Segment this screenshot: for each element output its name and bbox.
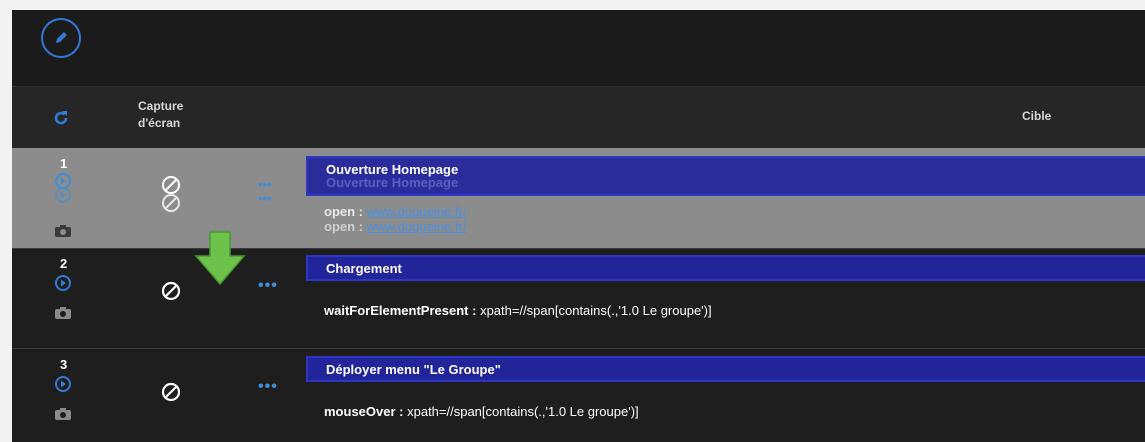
column-header-cible: Cible xyxy=(1022,109,1052,123)
command-target: xpath=//span[contains(.,'1.0 Le groupe')… xyxy=(407,404,639,419)
test-editor-panel: Capture d'écran Cible 2 ••• Chargement w… xyxy=(12,10,1145,442)
step-command[interactable]: mouseOver : xpath=//span[contains(.,'1.0… xyxy=(324,404,639,419)
no-capture-icon xyxy=(162,194,180,212)
table-header: Capture d'écran Cible xyxy=(12,86,1145,149)
no-capture-icon[interactable] xyxy=(160,381,182,403)
command-target: xpath=//span[contains(.,'1.0 Le groupe')… xyxy=(480,303,712,318)
camera-icon[interactable] xyxy=(54,306,72,320)
pencil-icon xyxy=(56,32,67,43)
refresh-icon xyxy=(54,111,68,125)
more-dots-icon[interactable]: ••• ••• xyxy=(258,178,272,206)
table-row[interactable]: 2 ••• Chargement waitForElementPresent :… xyxy=(12,248,1145,349)
command-name: waitForElementPresent : xyxy=(324,303,477,318)
edit-button[interactable] xyxy=(41,18,81,58)
camera-icon[interactable] xyxy=(54,407,72,421)
drop-arrow-icon xyxy=(194,231,246,286)
command-line-ghost: open : www.duqueine.fr/ xyxy=(324,219,466,234)
camera-icon[interactable] xyxy=(54,224,72,238)
step-number: 2 xyxy=(60,256,68,271)
more-dots-icon[interactable]: ••• xyxy=(258,278,278,294)
top-toolbar xyxy=(12,10,1145,86)
command-name: open : xyxy=(324,219,363,234)
command-name: mouseOver : xyxy=(324,404,404,419)
play-circle-icon[interactable] xyxy=(54,274,72,292)
step-number: 3 xyxy=(60,357,68,372)
step-description-ghost: Ouverture Homepage xyxy=(326,175,459,190)
command-line: open : www.duqueine.fr/ xyxy=(324,204,466,219)
step-command[interactable]: open : www.duqueine.fr/ open : www.duque… xyxy=(324,204,466,234)
no-capture-icon[interactable] xyxy=(160,280,182,302)
table-row[interactable]: 3 ••• Déployer menu "Le Groupe" mouseOve… xyxy=(12,349,1145,442)
command-target-link: www.duqueine.fr/ xyxy=(366,219,467,234)
step-command[interactable]: waitForElementPresent : xpath=//span[con… xyxy=(324,303,712,318)
step-number: 1 xyxy=(60,156,68,171)
play-circle-icon xyxy=(55,187,71,203)
command-target-link[interactable]: www.duqueine.fr/ xyxy=(367,204,467,219)
command-name: open : xyxy=(324,204,363,219)
column-header-capture: Capture d'écran xyxy=(138,99,184,130)
play-circle-icon[interactable] xyxy=(54,375,72,393)
step-description[interactable]: Ouverture Homepage Ouverture Homepage xyxy=(306,156,1145,196)
step-description[interactable]: Déployer menu "Le Groupe" xyxy=(306,356,1145,382)
step-description[interactable]: Chargement xyxy=(306,255,1145,281)
more-dots-icon[interactable]: ••• xyxy=(258,379,278,395)
table-row-dragging[interactable]: 1 ••• ••• Ouverture Homepage Ouverture Ho… xyxy=(12,148,1145,249)
refresh-button[interactable] xyxy=(50,107,72,129)
